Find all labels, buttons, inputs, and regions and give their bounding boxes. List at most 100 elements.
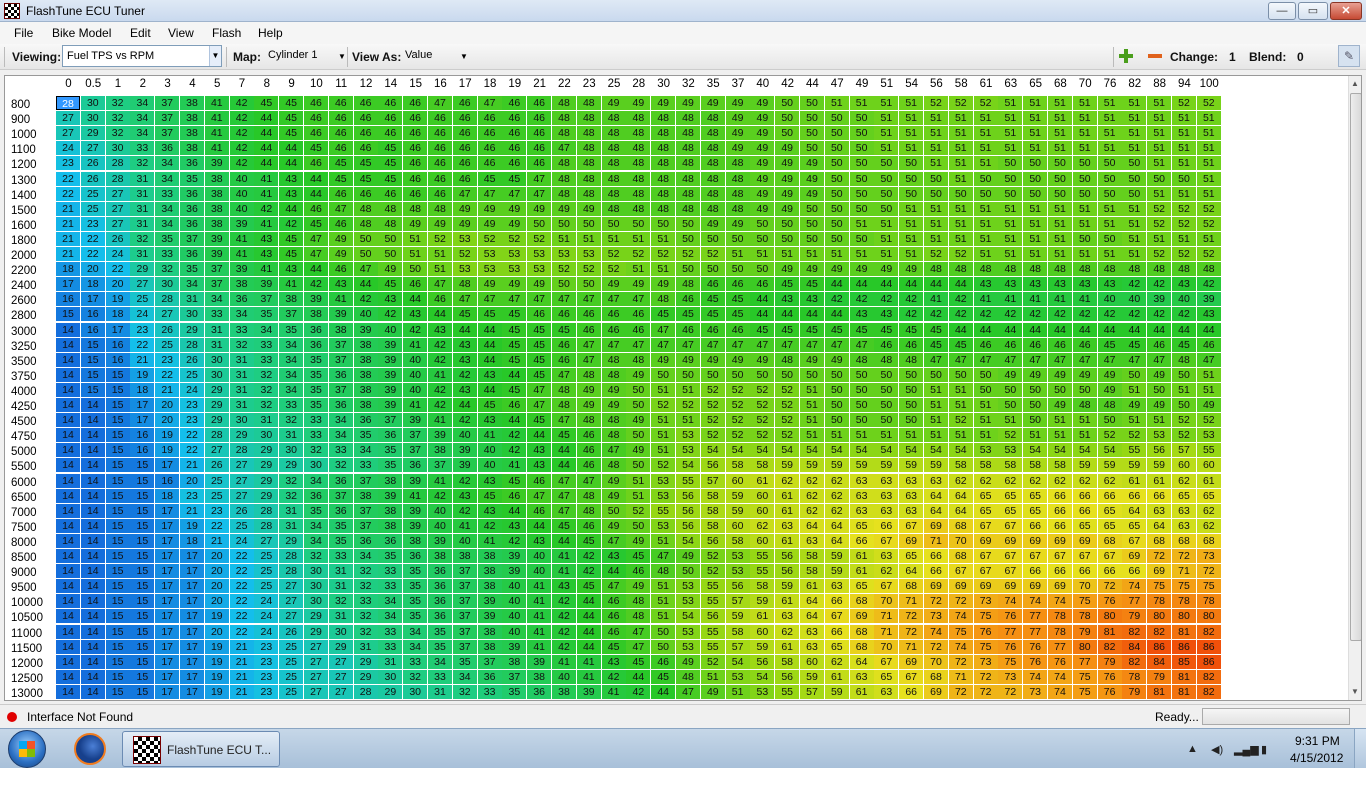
table-cell[interactable]: 56 bbox=[700, 458, 725, 473]
table-cell[interactable]: 76 bbox=[1097, 594, 1122, 609]
table-cell[interactable]: 22 bbox=[180, 443, 204, 458]
table-cell[interactable]: 17 bbox=[155, 564, 180, 579]
table-cell[interactable]: 43 bbox=[527, 533, 552, 548]
table-cell[interactable]: 38 bbox=[527, 669, 552, 684]
table-cell[interactable]: 51 bbox=[948, 428, 973, 443]
table-cell[interactable]: 38 bbox=[477, 639, 502, 654]
chevron-down-icon[interactable]: ▼ bbox=[460, 52, 468, 61]
table-cell[interactable]: 29 bbox=[254, 458, 279, 473]
table-cell[interactable]: 56 bbox=[700, 609, 725, 624]
table-cell[interactable]: 56 bbox=[676, 518, 700, 533]
table-cell[interactable]: 42 bbox=[1172, 307, 1196, 322]
table-cell[interactable]: 69 bbox=[973, 579, 998, 594]
table-cell[interactable]: 58 bbox=[800, 564, 824, 579]
table-cell[interactable]: 15 bbox=[105, 669, 130, 684]
table-cell[interactable]: 42 bbox=[428, 398, 452, 412]
table-cell[interactable]: 51 bbox=[1122, 201, 1147, 216]
table-cell[interactable]: 43 bbox=[477, 413, 502, 428]
table-cell[interactable]: 48 bbox=[651, 201, 676, 216]
table-cell[interactable]: 34 bbox=[229, 307, 254, 322]
table-cell[interactable]: 44 bbox=[1023, 322, 1048, 337]
table-cell[interactable]: 69 bbox=[1072, 533, 1097, 548]
table-cell[interactable]: 59 bbox=[824, 458, 849, 473]
table-cell[interactable]: 42 bbox=[552, 609, 576, 624]
table-cell[interactable]: 52 bbox=[1196, 216, 1221, 231]
table-cell[interactable]: 50 bbox=[899, 367, 924, 382]
table-cell[interactable]: 50 bbox=[824, 111, 849, 126]
table-cell[interactable]: 51 bbox=[1196, 171, 1221, 186]
table-cell[interactable]: 48 bbox=[353, 201, 378, 216]
table-cell[interactable]: 31 bbox=[328, 609, 353, 624]
table-cell[interactable]: 63 bbox=[775, 518, 800, 533]
table-cell[interactable]: 37 bbox=[452, 594, 477, 609]
table-cell[interactable]: 51 bbox=[1097, 111, 1122, 126]
table-cell[interactable]: 50 bbox=[973, 171, 998, 186]
table-cell[interactable]: 50 bbox=[527, 216, 552, 231]
table-cell[interactable]: 50 bbox=[552, 277, 576, 292]
table-cell[interactable]: 48 bbox=[403, 201, 428, 216]
table-cell[interactable]: 45 bbox=[924, 337, 948, 352]
table-cell[interactable]: 72 bbox=[948, 654, 973, 669]
table-cell[interactable]: 62 bbox=[775, 473, 800, 488]
table-cell[interactable]: 49 bbox=[750, 126, 775, 141]
table-cell[interactable]: 24 bbox=[180, 382, 204, 397]
table-cell[interactable]: 51 bbox=[1097, 96, 1122, 110]
table-cell[interactable]: 54 bbox=[725, 443, 750, 458]
table-cell[interactable]: 46 bbox=[502, 141, 527, 156]
table-cell[interactable]: 50 bbox=[899, 171, 924, 186]
table-cell[interactable]: 36 bbox=[304, 488, 328, 503]
table-cell[interactable]: 38 bbox=[428, 443, 452, 458]
table-cell[interactable]: 46 bbox=[328, 96, 353, 110]
table-cell[interactable]: 66 bbox=[1147, 488, 1172, 503]
table-cell[interactable]: 24 bbox=[254, 609, 279, 624]
table-cell[interactable]: 57 bbox=[725, 639, 750, 654]
table-cell[interactable]: 14 bbox=[80, 533, 105, 548]
table-cell[interactable]: 15 bbox=[130, 669, 155, 684]
table-cell[interactable]: 45 bbox=[527, 352, 552, 367]
table-cell[interactable]: 45 bbox=[626, 654, 651, 669]
table-cell[interactable]: 49 bbox=[775, 186, 800, 201]
table-cell[interactable]: 48 bbox=[899, 352, 924, 367]
table-cell[interactable]: 15 bbox=[80, 337, 105, 352]
table-cell[interactable]: 62 bbox=[824, 488, 849, 503]
table-cell[interactable]: 50 bbox=[1097, 413, 1122, 428]
table-cell[interactable]: 82 bbox=[1122, 624, 1147, 639]
maximize-button[interactable]: ▭ bbox=[1298, 2, 1328, 20]
table-cell[interactable]: 48 bbox=[700, 156, 725, 171]
table-cell[interactable]: 48 bbox=[452, 277, 477, 292]
table-cell[interactable]: 54 bbox=[700, 443, 725, 458]
table-cell[interactable]: 33 bbox=[328, 549, 353, 563]
table-cell[interactable]: 29 bbox=[229, 428, 254, 443]
table-cell[interactable]: 33 bbox=[254, 337, 279, 352]
table-cell[interactable]: 67 bbox=[1072, 549, 1097, 563]
table-cell[interactable]: 48 bbox=[576, 111, 601, 126]
table-cell[interactable]: 32 bbox=[304, 549, 328, 563]
table-cell[interactable]: 45 bbox=[378, 156, 403, 171]
table-cell[interactable]: 46 bbox=[502, 126, 527, 141]
table-cell[interactable]: 50 bbox=[948, 186, 973, 201]
table-cell[interactable]: 14 bbox=[80, 458, 105, 473]
table-cell[interactable]: 45 bbox=[353, 171, 378, 186]
table-cell[interactable]: 46 bbox=[1147, 337, 1172, 352]
table-cell[interactable]: 43 bbox=[874, 307, 899, 322]
table-cell[interactable]: 49 bbox=[477, 216, 502, 231]
table-cell[interactable]: 52 bbox=[676, 247, 700, 261]
table-cell[interactable]: 52 bbox=[1172, 413, 1196, 428]
table-cell[interactable]: 41 bbox=[229, 247, 254, 261]
table-cell[interactable]: 74 bbox=[998, 594, 1023, 609]
table-cell[interactable]: 63 bbox=[899, 503, 924, 518]
table-cell[interactable]: 51 bbox=[651, 579, 676, 594]
table-cell[interactable]: 49 bbox=[527, 201, 552, 216]
table-cell[interactable]: 57 bbox=[725, 594, 750, 609]
table-cell[interactable]: 46 bbox=[428, 141, 452, 156]
table-cell[interactable]: 43 bbox=[328, 277, 353, 292]
table-cell[interactable]: 40 bbox=[378, 322, 403, 337]
table-cell[interactable]: 45 bbox=[353, 156, 378, 171]
table-cell[interactable]: 67 bbox=[973, 564, 998, 579]
table-cell[interactable]: 36 bbox=[180, 156, 204, 171]
table-cell[interactable]: 50 bbox=[924, 186, 948, 201]
table-cell[interactable]: 78 bbox=[1122, 669, 1147, 684]
table-cell[interactable]: 50 bbox=[1023, 398, 1048, 412]
table-cell[interactable]: 15 bbox=[105, 398, 130, 412]
table-cell[interactable]: 51 bbox=[552, 231, 576, 246]
